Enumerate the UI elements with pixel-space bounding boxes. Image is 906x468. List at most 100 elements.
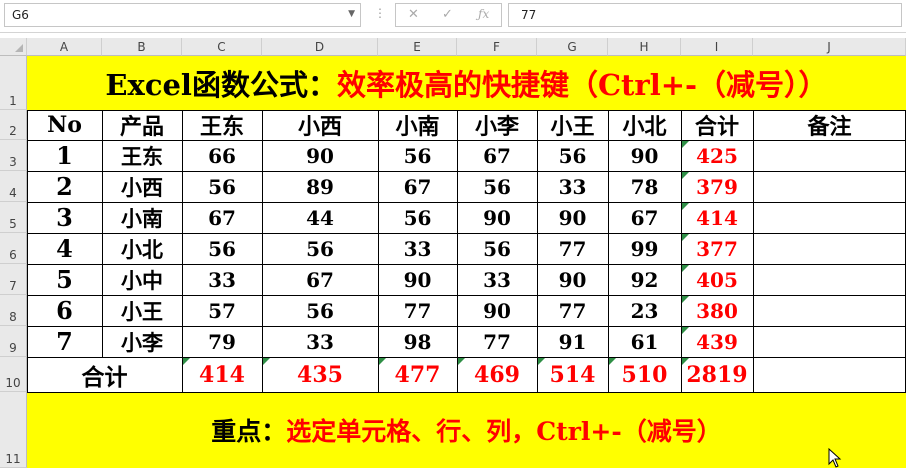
total-cell[interactable]: 379 xyxy=(681,171,753,202)
value-cell[interactable]: 77 xyxy=(378,295,457,326)
value-cell[interactable]: 56 xyxy=(457,233,537,264)
value-cell[interactable]: 77 xyxy=(457,326,537,357)
value-cell[interactable]: 23 xyxy=(608,295,681,326)
more-options-icon[interactable]: ⋮ xyxy=(374,7,386,19)
value-cell[interactable]: 90 xyxy=(457,295,537,326)
value-cell[interactable]: 67 xyxy=(608,202,681,233)
value-cell[interactable]: 33 xyxy=(378,233,457,264)
column-header-e[interactable]: E xyxy=(378,38,457,56)
no-cell[interactable]: 6 xyxy=(27,295,102,326)
value-cell[interactable]: 66 xyxy=(182,140,262,171)
value-cell[interactable]: 67 xyxy=(262,264,378,295)
row-header-9[interactable]: 9 xyxy=(0,326,27,357)
product-cell[interactable]: 小西 xyxy=(102,171,182,202)
value-cell[interactable]: 92 xyxy=(608,264,681,295)
value-cell[interactable]: 67 xyxy=(378,171,457,202)
cancel-icon[interactable]: ✕ xyxy=(408,7,419,22)
note-cell[interactable] xyxy=(753,264,906,295)
product-cell[interactable]: 小王 xyxy=(102,295,182,326)
header-cell-7[interactable]: 小北 xyxy=(608,110,681,140)
no-cell[interactable]: 1 xyxy=(27,140,102,171)
header-cell-5[interactable]: 小李 xyxy=(457,110,537,140)
value-cell[interactable]: 56 xyxy=(378,140,457,171)
column-total-cell[interactable]: 414 xyxy=(182,357,262,392)
select-all-corner[interactable] xyxy=(0,38,27,56)
enter-icon[interactable]: ✓ xyxy=(442,7,453,22)
row-header-1[interactable]: 1 xyxy=(0,56,27,110)
total-cell[interactable]: 425 xyxy=(681,140,753,171)
no-cell[interactable]: 4 xyxy=(27,233,102,264)
header-cell-4[interactable]: 小南 xyxy=(378,110,457,140)
value-cell[interactable]: 33 xyxy=(182,264,262,295)
value-cell[interactable]: 77 xyxy=(537,233,608,264)
value-cell[interactable]: 56 xyxy=(182,171,262,202)
value-cell[interactable]: 56 xyxy=(378,202,457,233)
column-header-c[interactable]: C xyxy=(182,38,262,56)
row-header-2[interactable]: 2 xyxy=(0,110,27,140)
value-cell[interactable]: 98 xyxy=(378,326,457,357)
row-header-5[interactable]: 5 xyxy=(0,202,27,233)
header-cell-8[interactable]: 合计 xyxy=(681,110,753,140)
value-cell[interactable]: 33 xyxy=(537,171,608,202)
row-header-7[interactable]: 7 xyxy=(0,264,27,295)
value-cell[interactable]: 61 xyxy=(608,326,681,357)
row-header-6[interactable]: 6 xyxy=(0,233,27,264)
total-cell[interactable]: 439 xyxy=(681,326,753,357)
fx-icon[interactable]: ƒx xyxy=(478,7,489,21)
note-cell[interactable] xyxy=(753,295,906,326)
total-cell[interactable]: 380 xyxy=(681,295,753,326)
header-cell-2[interactable]: 王东 xyxy=(182,110,262,140)
product-cell[interactable]: 小南 xyxy=(102,202,182,233)
value-cell[interactable]: 78 xyxy=(608,171,681,202)
column-header-a[interactable]: A xyxy=(27,38,102,56)
value-cell[interactable]: 67 xyxy=(182,202,262,233)
note-cell[interactable] xyxy=(753,140,906,171)
footer-band[interactable]: 重点： 选定单元格、行、列，Ctrl+-（减号） xyxy=(27,392,906,468)
title-band[interactable]: Excel函数公式： 效率极高的快捷键（Ctrl+-（减号）） xyxy=(27,56,906,110)
product-cell[interactable]: 小李 xyxy=(102,326,182,357)
column-header-b[interactable]: B xyxy=(102,38,182,56)
total-cell[interactable]: 377 xyxy=(681,233,753,264)
product-cell[interactable]: 小中 xyxy=(102,264,182,295)
value-cell[interactable]: 90 xyxy=(378,264,457,295)
column-header-g[interactable]: G xyxy=(537,38,608,56)
no-cell[interactable]: 5 xyxy=(27,264,102,295)
column-header-i[interactable]: I xyxy=(681,38,753,56)
column-header-h[interactable]: H xyxy=(608,38,681,56)
value-cell[interactable]: 79 xyxy=(182,326,262,357)
value-cell[interactable]: 89 xyxy=(262,171,378,202)
note-cell[interactable] xyxy=(753,202,906,233)
no-cell[interactable]: 7 xyxy=(27,326,102,357)
row-header-8[interactable]: 8 xyxy=(0,295,27,326)
value-cell[interactable]: 56 xyxy=(537,140,608,171)
no-cell[interactable]: 3 xyxy=(27,202,102,233)
value-cell[interactable]: 33 xyxy=(262,326,378,357)
value-cell[interactable]: 77 xyxy=(537,295,608,326)
column-header-j[interactable]: J xyxy=(753,38,906,56)
product-cell[interactable]: 王东 xyxy=(102,140,182,171)
value-cell[interactable]: 56 xyxy=(262,295,378,326)
header-cell-3[interactable]: 小西 xyxy=(262,110,378,140)
note-cell[interactable] xyxy=(753,171,906,202)
column-total-cell[interactable]: 469 xyxy=(457,357,537,392)
value-cell[interactable]: 90 xyxy=(608,140,681,171)
value-cell[interactable]: 90 xyxy=(457,202,537,233)
grand-total-cell[interactable]: 2819 xyxy=(681,357,753,392)
formula-input[interactable]: 77 xyxy=(508,3,902,27)
header-cell-6[interactable]: 小王 xyxy=(537,110,608,140)
note-cell[interactable] xyxy=(753,357,906,392)
note-cell[interactable] xyxy=(753,233,906,264)
value-cell[interactable]: 56 xyxy=(182,233,262,264)
row-header-11[interactable]: 11 xyxy=(0,392,27,468)
chevron-down-icon[interactable]: ▼ xyxy=(348,9,355,19)
value-cell[interactable]: 67 xyxy=(457,140,537,171)
value-cell[interactable]: 33 xyxy=(457,264,537,295)
column-total-cell[interactable]: 477 xyxy=(378,357,457,392)
total-row-label[interactable]: 合计 xyxy=(27,357,182,392)
row-header-3[interactable]: 3 xyxy=(0,140,27,171)
row-header-4[interactable]: 4 xyxy=(0,171,27,202)
column-header-f[interactable]: F xyxy=(457,38,537,56)
value-cell[interactable]: 56 xyxy=(262,233,378,264)
value-cell[interactable]: 44 xyxy=(262,202,378,233)
header-cell-1[interactable]: 产品 xyxy=(102,110,182,140)
